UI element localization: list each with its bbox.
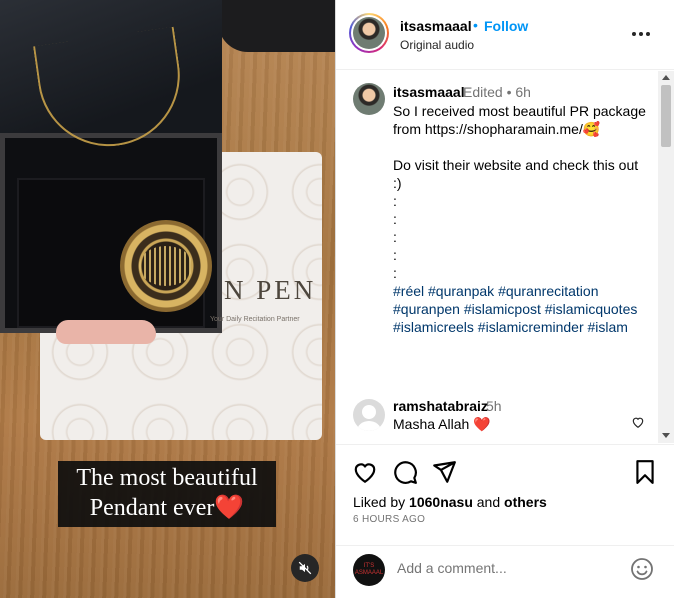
muted-speaker-icon <box>298 561 312 575</box>
bookmark-icon[interactable] <box>632 459 658 485</box>
media-card-brand: N PEN <box>224 275 317 305</box>
comment-time: 5h <box>486 398 502 414</box>
add-comment-bar: IT'S ASMAAAL <box>336 545 674 598</box>
caption-meta: Edited • 6h <box>463 84 531 100</box>
liked-prefix: Liked by <box>353 494 410 510</box>
share-icon[interactable] <box>431 459 457 485</box>
author-avatar-story-ring[interactable] <box>349 13 389 53</box>
post-media[interactable]: N PEN Your Daily Recitation Partner The … <box>0 0 335 598</box>
comment-like-heart-icon[interactable] <box>631 415 645 429</box>
comment-text: Masha Allah ❤️ <box>393 416 491 432</box>
scroll-down-arrow-icon[interactable] <box>662 433 670 438</box>
caption-hashtags[interactable]: #réel #quranpak #quranrecitation #quranp… <box>393 283 637 335</box>
media-pendant-calligraphy <box>139 246 193 286</box>
comment-username[interactable]: ramshatabraiz <box>393 398 488 414</box>
likes-summary: Liked by 1060nasu and others <box>353 494 547 510</box>
avatar[interactable] <box>353 399 385 431</box>
media-black-bag <box>218 0 335 52</box>
scrollbar-thumb[interactable] <box>661 85 671 147</box>
liked-user[interactable]: 1060nasu <box>409 494 473 510</box>
video-caption-line1: The most beautiful <box>76 465 258 491</box>
audio-link[interactable]: Original audio <box>400 38 474 52</box>
caption-username[interactable]: itsasmaaal <box>393 84 465 100</box>
video-caption-line2-wrap: Pendant ever❤️ <box>62 493 272 523</box>
video-caption-line2: Pendant ever <box>89 495 215 521</box>
action-bar: Liked by 1060nasu and others 6 HOURS AGO <box>336 444 674 544</box>
heart-icon[interactable] <box>352 459 378 485</box>
scroll-up-arrow-icon[interactable] <box>662 75 670 80</box>
follow-button[interactable]: Follow <box>484 18 528 34</box>
heart-emoji: ❤️ <box>214 495 245 521</box>
comments-scrollbar[interactable] <box>658 71 674 443</box>
more-options-icon[interactable] <box>632 24 652 44</box>
comment-input[interactable] <box>397 560 597 576</box>
mute-button[interactable] <box>291 554 319 582</box>
avatar <box>353 17 385 49</box>
comments-section[interactable]: itsasmaaal Edited • 6h So I received mos… <box>336 71 658 443</box>
comment-icon[interactable] <box>392 459 418 485</box>
caption-body: So I received most beautiful PR package … <box>393 103 646 281</box>
post-side-panel: itsasmaaal • Follow Original audio itsas… <box>335 0 674 598</box>
avatar[interactable]: IT'S ASMAAAL <box>353 554 385 586</box>
video-caption: The most beautiful Pendant ever❤️ <box>58 461 276 527</box>
emoji-icon[interactable] <box>630 557 654 581</box>
caption-text: So I received most beautiful PR package … <box>393 102 648 336</box>
media-card-tagline: Your Daily Recitation Partner <box>210 316 300 323</box>
avatar[interactable] <box>353 83 385 115</box>
post-timestamp[interactable]: 6 HOURS AGO <box>353 514 425 525</box>
post-header: itsasmaaal • Follow Original audio <box>336 0 674 70</box>
separator-dot: • <box>473 17 478 33</box>
author-username[interactable]: itsasmaaal <box>400 18 472 34</box>
avatar-border <box>351 15 387 51</box>
liked-others[interactable]: others <box>504 494 547 510</box>
media-hand <box>56 320 156 344</box>
liked-mid: and <box>472 494 505 510</box>
